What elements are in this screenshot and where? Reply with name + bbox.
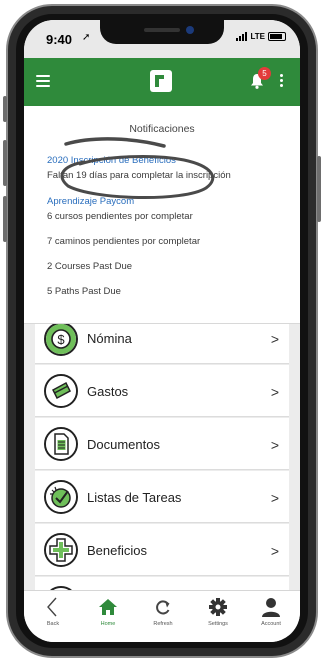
bell-icon[interactable]: 5 xyxy=(250,67,271,89)
credit-card-icon xyxy=(44,374,78,408)
hamburger-icon[interactable] xyxy=(36,75,50,87)
menu-label-beneficios: Beneficios xyxy=(87,543,147,558)
checklist-icon xyxy=(44,480,78,514)
notification-benefits-detail[interactable]: Faltan 19 días para completar la inscrip… xyxy=(47,169,231,182)
tab-account-label: Account xyxy=(261,621,281,627)
menu-item-nomina[interactable]: $ Nómina > xyxy=(35,324,289,364)
back-chevron-icon xyxy=(47,597,57,617)
notification-learning-heading[interactable]: Aprendizaje Paycom xyxy=(47,195,134,208)
notification-paths-detail[interactable]: 7 caminos pendientes por completar xyxy=(47,235,200,248)
status-time: 9:40 xyxy=(46,32,73,47)
tab-settings-label: Settings xyxy=(208,621,228,627)
medical-cross-icon xyxy=(44,533,78,567)
phone-screen: 9:40 ➚ LTE 5 Notificaciones 2020 Inscrip… xyxy=(24,20,300,642)
status-indicators: LTE xyxy=(236,32,286,41)
location-arrow-icon: ➚ xyxy=(82,32,91,43)
home-icon xyxy=(99,599,117,615)
app-header: 5 xyxy=(24,58,300,106)
volume-down-button xyxy=(3,196,7,242)
document-icon xyxy=(44,427,78,461)
menu-item-gastos[interactable]: Gastos > xyxy=(35,365,289,417)
speaker xyxy=(144,28,180,32)
notification-courses-detail[interactable]: 6 cursos pendientes por completar xyxy=(47,210,193,223)
notifications-title: Notificaciones xyxy=(129,123,195,135)
tab-back[interactable]: Back xyxy=(28,595,78,635)
notification-benefits-heading[interactable]: 2020 Inscripción de Beneficios xyxy=(47,154,176,167)
menu-label-nomina: Nómina xyxy=(87,331,132,346)
power-button xyxy=(317,156,321,222)
tab-home[interactable]: Home xyxy=(83,595,133,635)
notch xyxy=(100,20,224,44)
notification-count-badge: 5 xyxy=(258,67,271,80)
tab-home-label: Home xyxy=(100,621,116,627)
menu-item-documentos[interactable]: Documentos > xyxy=(35,418,289,470)
gear-icon xyxy=(209,598,227,616)
notification-paths-past-due[interactable]: 5 Paths Past Due xyxy=(47,285,121,298)
status-bar: 9:40 ➚ LTE xyxy=(24,20,300,58)
tab-settings[interactable]: Settings xyxy=(193,595,243,635)
refresh-icon xyxy=(156,600,170,615)
tab-back-label: Back xyxy=(46,621,60,627)
chevron-right-icon: > xyxy=(270,437,279,453)
chevron-right-icon: > xyxy=(270,384,279,400)
chevron-right-icon: > xyxy=(270,331,279,347)
menu-list: $ Nómina > Gastos > Documentos > Listas … xyxy=(24,324,300,590)
signal-icon xyxy=(236,32,248,41)
tab-refresh[interactable]: Refresh xyxy=(138,595,188,635)
notifications-panel: Notificaciones 2020 Inscripción de Benef… xyxy=(24,106,300,324)
account-icon xyxy=(262,598,280,617)
menu-item-partial[interactable] xyxy=(35,577,289,590)
dollar-coin-icon: $ xyxy=(44,324,78,356)
kebab-menu-icon[interactable] xyxy=(280,74,284,90)
menu-label-documentos: Documentos xyxy=(87,437,160,452)
battery-level xyxy=(270,34,282,39)
battery-icon xyxy=(268,32,286,41)
volume-up-button xyxy=(3,140,7,186)
menu-label-gastos: Gastos xyxy=(87,384,129,399)
mute-switch xyxy=(3,96,7,122)
tab-account[interactable]: Account xyxy=(246,595,296,635)
svg-text:$: $ xyxy=(57,332,65,347)
front-camera xyxy=(186,26,194,34)
menu-item-beneficios[interactable]: Beneficios > xyxy=(35,524,289,576)
bottom-tab-bar: Back Home Refresh Settings Account xyxy=(24,590,300,642)
chevron-right-icon: > xyxy=(270,543,279,559)
menu-item-listas-de-tareas[interactable]: Listas de Tareas > xyxy=(35,471,289,523)
network-type: LTE xyxy=(250,32,265,41)
notification-courses-past-due[interactable]: 2 Courses Past Due xyxy=(47,260,132,273)
tab-refresh-label: Refresh xyxy=(153,621,173,627)
menu-label-listas-de-tareas: Listas de Tareas xyxy=(87,490,182,505)
paycom-logo[interactable] xyxy=(150,70,172,92)
chevron-right-icon: > xyxy=(270,490,279,506)
